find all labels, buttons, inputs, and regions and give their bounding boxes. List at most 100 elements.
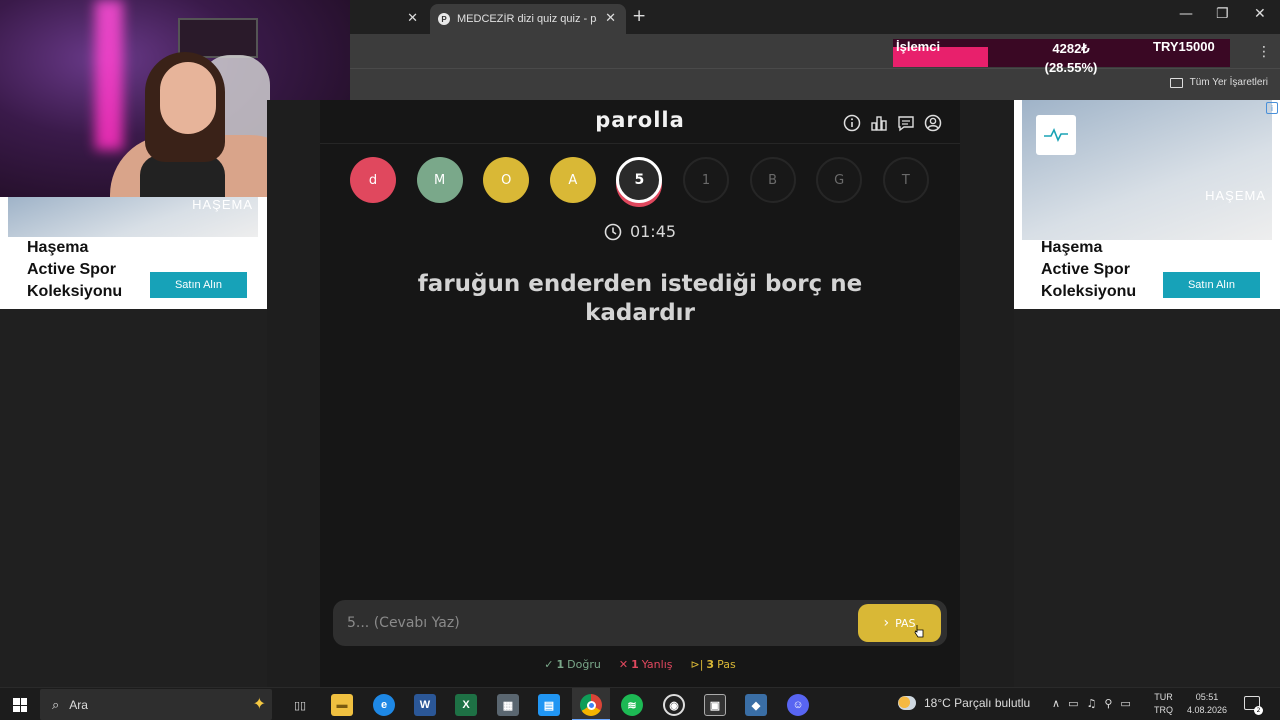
ad-brand: HAŞEMA xyxy=(1205,188,1266,203)
correct-label: Doğru xyxy=(567,658,601,671)
all-bookmarks-button[interactable]: Tüm Yer İşaretleri xyxy=(1169,77,1268,88)
edge-icon[interactable]: e xyxy=(373,694,395,716)
donation-percent: (28.55%) xyxy=(1044,60,1098,75)
parolla-game: parolla dMOA51BGT 01:45 faruğun enderden… xyxy=(320,100,960,687)
discord-icon[interactable]: ☺ xyxy=(787,694,809,716)
excel-icon[interactable]: X xyxy=(455,694,477,716)
terminal-icon[interactable]: ▣ xyxy=(704,694,726,716)
search-placeholder: Ara xyxy=(69,697,88,712)
pass-stat: ⊳| 3 Pas xyxy=(690,658,735,671)
correct-stat: ✓ 1 Doğru xyxy=(544,658,601,671)
correct-count: 1 xyxy=(556,658,565,671)
header-icons xyxy=(843,114,942,132)
minimize-icon[interactable]: — xyxy=(1179,6,1193,22)
ad-banner-right[interactable]: HAŞEMA i Haşema Active Spor Koleksiyonu … xyxy=(1014,100,1280,309)
pass-label: Pas xyxy=(717,658,736,671)
tab-title: MEDCEZİR dizi quiz quiz - paro xyxy=(457,13,597,25)
lang-bottom: TRQ xyxy=(1154,705,1173,715)
app-icon[interactable]: ◆ xyxy=(745,694,767,716)
parolla-favicon-icon: P xyxy=(438,13,450,25)
ad-info-icon[interactable]: i xyxy=(1266,102,1278,114)
chevron-up-icon[interactable]: ∧ xyxy=(1052,697,1060,710)
calculator-icon[interactable]: ▦ xyxy=(497,694,519,716)
browser-menu-icon[interactable]: ⋮ xyxy=(1257,44,1271,60)
windows-taskbar: ⌕ Ara ✦ ▯▯ ▬ e W X ▦ ▤ ≋ ◉ ▣ ◆ ☺ 18°C Pa… xyxy=(0,687,1280,720)
info-icon[interactable] xyxy=(843,114,861,132)
check-icon: ✓ xyxy=(544,658,554,671)
clock-date: 4.08.2026 xyxy=(1186,705,1228,715)
donation-value: 4282₺ xyxy=(1052,41,1090,56)
maximize-icon[interactable]: ❐ xyxy=(1216,6,1229,22)
donation-goal-overlay: İşlemci 4282₺ (28.55%) TRY15000 xyxy=(893,39,1230,75)
windows-start-icon[interactable] xyxy=(13,698,27,712)
score-stats: ✓ 1 Doğru ✕ 1 Yanlış ⊳| 3 Pas xyxy=(320,658,960,671)
ad-title-line: Active Spor xyxy=(1041,261,1130,278)
hand-cursor-icon xyxy=(914,625,924,638)
clock-icon xyxy=(604,223,622,240)
letter-circle-passed: O xyxy=(483,157,530,203)
ad-title: Haşema Active Spor Koleksiyonu xyxy=(1041,237,1161,303)
answer-input[interactable] xyxy=(333,600,853,646)
system-tray: ∧ ▭ ♫ ⚲ ▭ xyxy=(1052,697,1131,710)
ad-buy-button[interactable]: Satın Alın xyxy=(150,272,247,298)
wrong-stat: ✕ 1 Yanlış xyxy=(619,658,673,671)
input-language[interactable]: TUR TRQ xyxy=(1154,691,1173,717)
copilot-sparkle-icon[interactable]: ✦ xyxy=(253,694,266,714)
stats-icon[interactable] xyxy=(870,114,888,132)
header-divider xyxy=(320,143,960,144)
store-icon[interactable]: ▤ xyxy=(538,694,560,716)
chrome-icon[interactable] xyxy=(580,694,602,716)
screen: ✕ P MEDCEZİR dizi quiz quiz - paro ✕ + —… xyxy=(0,0,1280,720)
letter-circle-empty: 1 xyxy=(683,157,729,203)
donation-amount: 4282₺ (28.55%) xyxy=(1026,39,1116,77)
donation-target: TRY15000 xyxy=(1153,39,1215,54)
browser-tab-1[interactable]: ✕ xyxy=(350,4,428,34)
cross-icon: ✕ xyxy=(618,658,629,671)
file-explorer-icon[interactable]: ▬ xyxy=(331,694,353,716)
letter-circle-active: 5 xyxy=(616,157,663,203)
taskbar-clock[interactable]: 05:51 4.08.2026 xyxy=(1184,691,1230,717)
close-tab-icon[interactable]: ✕ xyxy=(605,10,616,26)
question-text: faruğun enderden istediği borç ne kadard… xyxy=(417,271,863,326)
letter-circle-wrong: d xyxy=(350,157,396,203)
ad-title: Haşema Active Spor Koleksiyonu xyxy=(27,237,147,303)
lang-top: TUR xyxy=(1154,692,1173,702)
account-icon[interactable] xyxy=(924,114,942,132)
volume-icon[interactable]: ♫ xyxy=(1086,697,1096,710)
ad-brand: HAŞEMA xyxy=(192,197,253,212)
timer-value: 01:45 xyxy=(629,222,677,241)
weather-widget[interactable]: 18°C Parçalı bulutlu xyxy=(898,696,1030,710)
taskbar-search[interactable]: ⌕ Ara ✦ xyxy=(40,689,272,720)
letter-circle-empty: T xyxy=(882,157,929,203)
letter-circle-correct: M xyxy=(416,157,463,203)
new-tab-icon[interactable]: + xyxy=(632,6,646,26)
ad-title-line: Koleksiyonu xyxy=(27,283,123,300)
network-icon[interactable]: ▭ xyxy=(1120,697,1130,710)
partly-cloudy-icon xyxy=(898,696,916,710)
battery-icon[interactable]: ▭ xyxy=(1068,697,1078,710)
ad-title-line: Koleksiyonu xyxy=(1041,283,1137,300)
spotify-icon[interactable]: ≋ xyxy=(621,694,643,716)
ad-title-line: Haşema xyxy=(1041,239,1103,256)
microphone-icon[interactable]: ⚲ xyxy=(1104,697,1112,710)
word-icon[interactable]: W xyxy=(414,694,436,716)
clock-time: 05:51 xyxy=(1195,692,1219,702)
folder-icon xyxy=(1169,77,1183,88)
close-window-icon[interactable]: ✕ xyxy=(1254,6,1266,22)
task-view-icon[interactable]: ▯▯ xyxy=(289,694,311,716)
skip-icon: ⊳| xyxy=(690,658,704,671)
pass-button[interactable]: › PAS xyxy=(858,604,941,642)
ad-banner-left[interactable]: HAŞEMA Haşema Active Spor Koleksiyonu Sa… xyxy=(0,197,267,309)
bookmarks-bar: Tüm Yer İşaretleri xyxy=(350,68,1280,100)
search-icon: ⌕ xyxy=(52,696,60,712)
close-tab-1-icon[interactable]: ✕ xyxy=(407,10,418,26)
pass-button-label: PAS xyxy=(895,616,916,630)
browser-tab-active[interactable]: P MEDCEZİR dizi quiz quiz - paro ✕ xyxy=(430,4,626,34)
ad-title-line: Active Spor xyxy=(27,261,116,278)
feedback-icon[interactable] xyxy=(897,114,915,132)
letter-circle-empty: G xyxy=(816,157,863,203)
ad-buy-button[interactable]: Satın Alın xyxy=(1163,272,1260,298)
streamer-face xyxy=(160,62,216,134)
notification-badge: 2 xyxy=(1254,706,1263,715)
obs-icon[interactable]: ◉ xyxy=(663,694,685,716)
